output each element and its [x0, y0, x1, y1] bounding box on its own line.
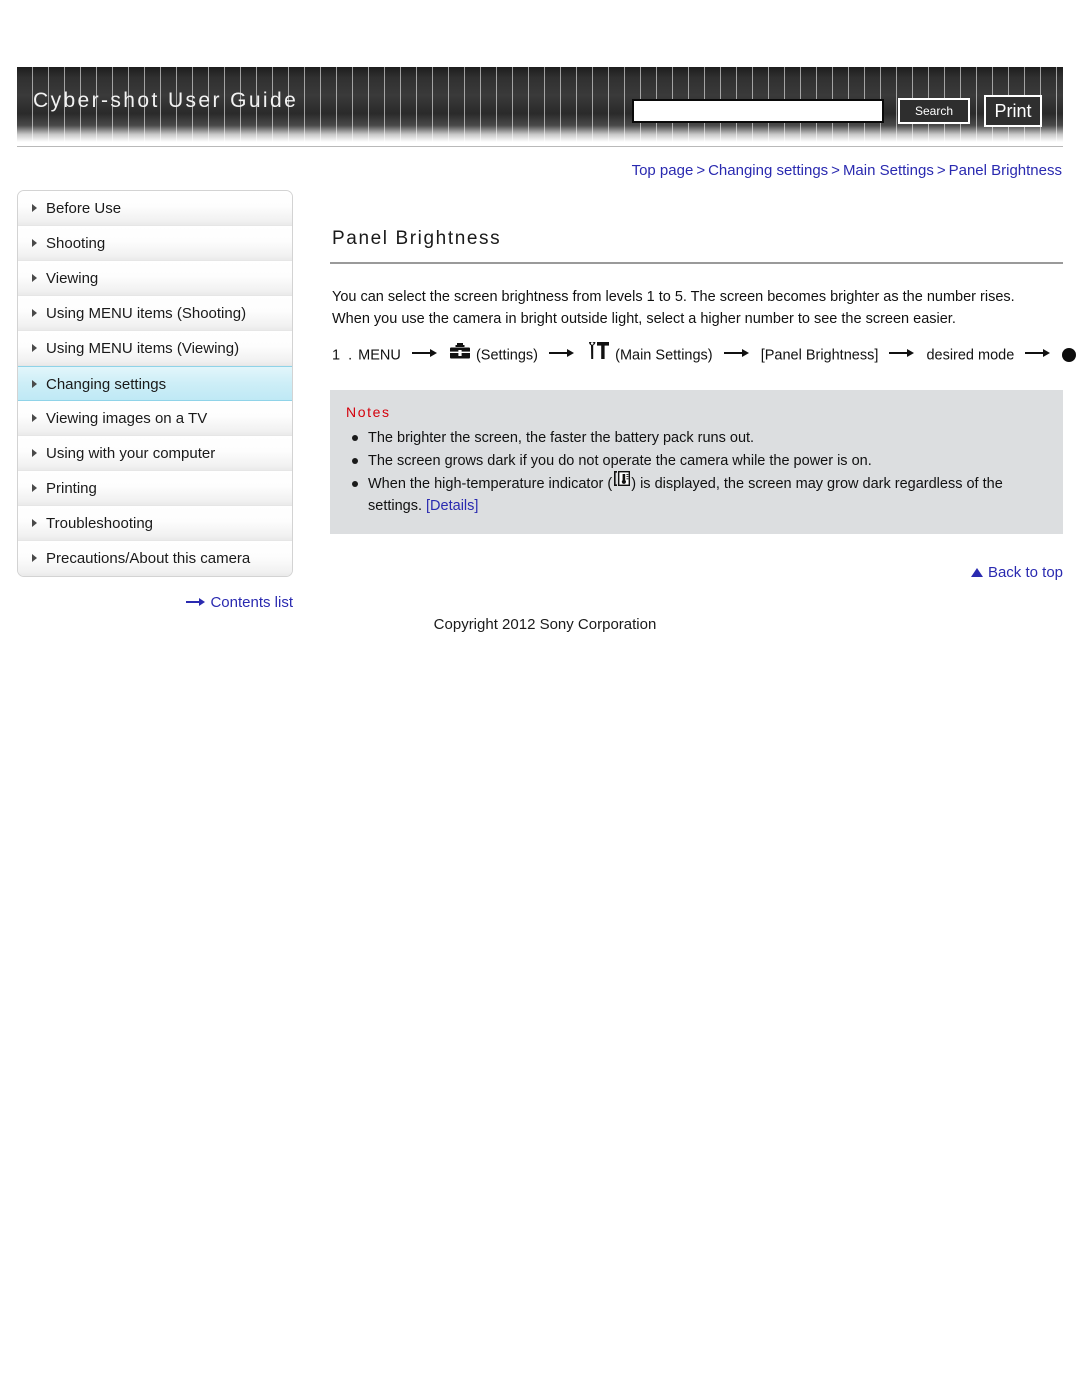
sidebar-item-using-with-your-computer[interactable]: Using with your computer — [18, 436, 292, 471]
back-to-top-link[interactable]: Back to top — [330, 564, 1063, 581]
triangle-right-icon — [32, 274, 37, 282]
step-number: 1 . — [332, 347, 355, 364]
note-item-text: The brighter the screen, the faster the … — [368, 430, 755, 446]
breadcrumb-separator: > — [696, 162, 706, 179]
sidebar-item-printing[interactable]: Printing — [18, 471, 292, 506]
triangle-right-icon — [32, 519, 37, 527]
toolbox-settings-icon — [449, 342, 470, 367]
sidebar-item-using-menu-items-viewing[interactable]: Using MENU items (Viewing) — [18, 331, 292, 366]
triangle-right-icon — [32, 554, 37, 562]
note-item: The screen grows dark if you do not oper… — [346, 450, 1047, 472]
step-desired-mode-label: desired mode — [926, 347, 1015, 364]
site-title: Cyber-shot User Guide — [33, 89, 299, 112]
breadcrumb-item-panel-brightness[interactable]: Panel Brightness — [949, 162, 1062, 179]
notes-box: Notes The brighter the screen, the faste… — [330, 390, 1063, 535]
triangle-right-icon — [32, 414, 37, 422]
triangle-right-icon — [32, 484, 37, 492]
intro-paragraph-2: When you use the camera in bright outsid… — [332, 311, 956, 327]
note-item-text-before: When the high-temperature indicator ( — [368, 476, 613, 492]
sidebar-item-shooting[interactable]: Shooting — [18, 226, 292, 261]
step-menu-label: MENU — [358, 347, 401, 364]
notes-list: The brighter the screen, the faster the … — [346, 427, 1047, 517]
breadcrumb-separator: > — [831, 162, 840, 179]
sidebar-item-precautions-about-this-camera[interactable]: Precautions/About this camera — [18, 541, 292, 576]
arrow-right-icon — [186, 594, 206, 611]
arrow-right-icon — [411, 343, 438, 367]
sidebar-item-viewing[interactable]: Viewing — [18, 261, 292, 296]
step-settings-label: (Settings) — [475, 347, 539, 364]
arrow-right-icon — [1025, 343, 1051, 367]
sidebar-item-before-use[interactable]: Before Use — [18, 191, 292, 226]
wrench-hammer-main-settings-icon — [587, 338, 610, 367]
step-main-settings-label: (Main Settings) — [615, 347, 713, 364]
sidebar-item-label: Troubleshooting — [46, 515, 154, 532]
note-item: The brighter the screen, the faster the … — [346, 427, 1047, 449]
notes-title: Notes — [346, 404, 391, 420]
sidebar-item-label: Before Use — [46, 200, 122, 217]
arrow-right-icon — [723, 343, 750, 367]
triangle-right-icon — [32, 309, 37, 317]
sidebar-item-label: Using with your computer — [46, 445, 216, 462]
note-item: When the high-temperature indicator ( ) … — [346, 471, 1047, 517]
triangle-right-icon — [32, 449, 37, 457]
search-button[interactable]: Search — [898, 98, 970, 124]
sidebar-item-label: Using MENU items (Viewing) — [46, 340, 240, 357]
title-divider — [330, 262, 1063, 264]
contents-list-label: Contents list — [210, 594, 293, 611]
triangle-right-icon — [32, 380, 37, 388]
page-title: Panel Brightness — [332, 228, 502, 249]
breadcrumb-separator: > — [936, 162, 946, 179]
arrow-right-icon — [549, 343, 575, 367]
back-to-top-label: Back to top — [987, 564, 1063, 582]
sidebar-item-label: Changing settings — [46, 376, 167, 393]
bullet-icon — [352, 481, 358, 487]
sidebar-item-label: Precautions/About this camera — [46, 550, 251, 567]
triangle-up-icon — [970, 567, 983, 577]
sidebar-item-changing-settings[interactable]: Changing settings — [18, 366, 292, 401]
triangle-right-icon — [32, 239, 37, 247]
bullet-icon — [352, 458, 358, 464]
sidebar-item-label: Viewing — [46, 270, 99, 287]
search-area: Search Print — [632, 95, 1042, 127]
sidebar-item-label: Viewing images on a TV — [46, 410, 208, 427]
step-panel-brightness-label: [Panel Brightness] — [760, 347, 879, 364]
sidebar-item-using-menu-items-shooting[interactable]: Using MENU items (Shooting) — [18, 296, 292, 331]
note-item-text: The screen grows dark if you do not oper… — [368, 453, 872, 469]
intro-paragraph-1: You can select the screen brightness fro… — [332, 289, 1015, 305]
breadcrumb-item-top-page[interactable]: Top page — [632, 162, 694, 179]
arrow-right-icon — [889, 343, 915, 367]
sidebar-nav: Before Use Shooting Viewing Using MENU i… — [17, 190, 293, 577]
sidebar-item-troubleshooting[interactable]: Troubleshooting — [18, 506, 292, 541]
sidebar-item-label: Using MENU items (Shooting) — [46, 305, 247, 322]
print-button[interactable]: Print — [984, 95, 1042, 127]
center-button-icon — [1062, 347, 1077, 362]
breadcrumb-item-main-settings[interactable]: Main Settings — [843, 162, 934, 179]
copyright-text: Copyright 2012 Sony Corporation — [433, 616, 657, 633]
breadcrumb: Top page > Changing settings > Main Settings… — [632, 162, 1062, 179]
sidebar-item-viewing-images-on-a-tv[interactable]: Viewing images on a TV — [18, 401, 292, 436]
triangle-right-icon — [32, 204, 37, 212]
details-link[interactable]: [Details] — [426, 498, 478, 514]
breadcrumb-item-changing-settings[interactable]: Changing settings — [708, 162, 828, 179]
search-input[interactable] — [632, 99, 884, 123]
contents-list-link[interactable]: Contents list — [17, 594, 293, 612]
sidebar-item-label: Printing — [46, 480, 97, 497]
bullet-icon — [352, 435, 358, 441]
main-content: Panel Brightness You can select the scre… — [330, 190, 1077, 581]
triangle-right-icon — [32, 344, 37, 352]
sidebar-item-label: Shooting — [46, 235, 106, 252]
high-temperature-indicator-icon — [613, 471, 631, 493]
procedure-step-1: 1 . MENU (Settings) (Main Settings) [Pan… — [332, 338, 1077, 368]
header-divider — [17, 146, 1063, 147]
